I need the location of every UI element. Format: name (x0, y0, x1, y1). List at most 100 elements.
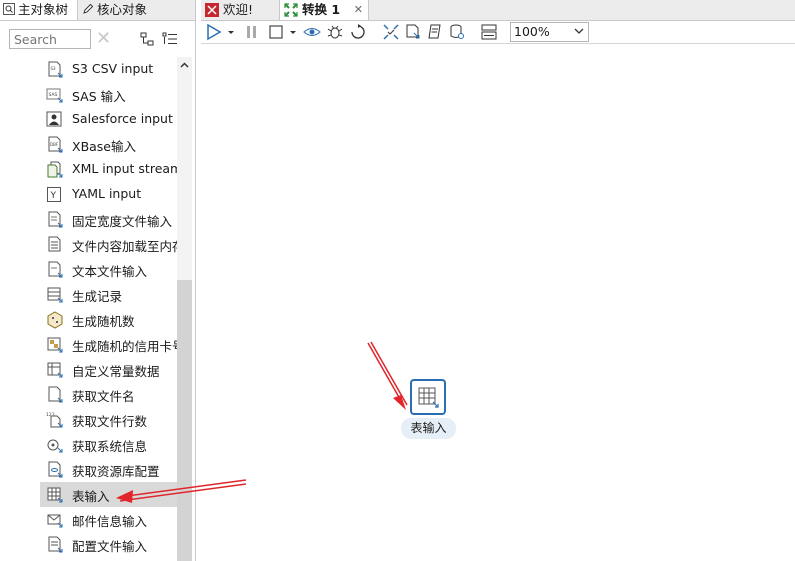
tab-main-object-tree[interactable]: 主对象树 (0, 0, 78, 20)
list-item[interactable]: 生成随机的信用卡号 (40, 332, 177, 357)
svg-text:S3: S3 (51, 66, 57, 71)
list-item-label: Salesforce input (72, 111, 173, 126)
impact-analysis-icon[interactable] (404, 23, 422, 41)
xml-file-icon (47, 161, 63, 178)
chevron-down-icon[interactable] (288, 23, 298, 41)
pencil-icon (83, 3, 94, 14)
filename-icon (48, 386, 63, 403)
list-item[interactable]: 获取资源库配置 (40, 457, 177, 482)
clear-search-icon[interactable]: ✕ (96, 30, 112, 48)
list-item[interactable]: DBF XBase输入 (40, 132, 177, 157)
repository-icon (48, 461, 63, 478)
list-item-label: 自定义常量数据 (72, 364, 160, 379)
tab-welcome[interactable]: 欢迎! (201, 0, 277, 20)
list-item-label: S3 CSV input (72, 61, 154, 76)
transformation-canvas[interactable] (201, 44, 795, 561)
svg-text:Y: Y (50, 191, 57, 201)
tab-label: 转换 1 (302, 2, 341, 17)
close-icon[interactable]: ✕ (354, 0, 363, 19)
tab-label: 主对象树 (18, 2, 69, 17)
tab-label: 核心对象 (97, 2, 148, 17)
collapse-tree-icon[interactable] (162, 32, 178, 46)
dbf-file-icon: DBF (48, 136, 63, 153)
search-input[interactable] (9, 29, 91, 49)
sas-icon: SAS (46, 88, 63, 103)
step-list: S3 S3 CSV input SAS SAS 输入 Salesforce in… (0, 57, 177, 561)
properties-file-icon (48, 536, 63, 553)
list-item-label: 配置文件输入 (72, 539, 148, 554)
zoom-select[interactable]: 100% (510, 22, 589, 42)
list-item-label: XML input stream (72, 161, 177, 176)
list-item[interactable]: 获取系统信息 (40, 432, 177, 457)
mail-icon (47, 514, 63, 528)
list-item-label: 生成记录 (72, 289, 123, 304)
list-item[interactable]: Salesforce input (40, 107, 177, 132)
list-item-label: 获取文件行数 (72, 414, 148, 429)
random-icon (47, 311, 63, 329)
chevron-up-icon[interactable] (179, 60, 190, 71)
canvas-step-table-input[interactable] (410, 379, 446, 415)
replay-icon[interactable] (349, 23, 367, 41)
credit-card-icon (47, 337, 63, 353)
preview-eye-icon[interactable] (303, 23, 321, 41)
scrollbar-thumb[interactable] (177, 280, 192, 561)
svg-text:DBF: DBF (50, 142, 59, 147)
generate-rows-icon (47, 287, 63, 303)
table-input-icon (418, 387, 439, 408)
transformation-icon (284, 3, 298, 17)
chevron-down-icon (574, 28, 584, 34)
file-load-icon (48, 236, 61, 252)
run-icon[interactable] (205, 23, 223, 41)
list-item[interactable]: Y YAML input (40, 182, 177, 207)
list-item-label: YAML input (72, 186, 142, 201)
row-count-icon: 123 (46, 412, 63, 428)
tab-core-objects[interactable]: 核心对象 (79, 0, 195, 20)
list-item[interactable]: 123 获取文件行数 (40, 407, 177, 432)
list-item[interactable]: 文件内容加载至内存 (40, 232, 177, 257)
verify-icon[interactable] (382, 23, 400, 41)
list-item[interactable]: 邮件信息输入 (40, 507, 177, 532)
list-item[interactable]: XML input stream (40, 157, 177, 182)
text-file-icon (48, 261, 63, 278)
list-item-label: SAS 输入 (72, 89, 126, 104)
list-item-label: XBase输入 (72, 139, 137, 154)
pause-icon[interactable] (243, 23, 261, 41)
list-item[interactable]: 配置文件输入 (40, 532, 177, 557)
list-item[interactable]: 固定宽度文件输入 (40, 207, 177, 232)
debug-icon[interactable] (326, 23, 344, 41)
list-item[interactable]: S3 S3 CSV input (40, 57, 177, 82)
system-info-icon (47, 439, 63, 453)
tab-label: 欢迎! (223, 2, 254, 17)
list-item-label: 获取系统信息 (72, 439, 148, 454)
zoom-value: 100% (514, 24, 550, 39)
list-item-selected[interactable]: 表输入 (40, 482, 177, 507)
list-item-label: 邮件信息输入 (72, 514, 148, 529)
sql-icon[interactable] (426, 23, 444, 41)
list-item[interactable]: 自定义常量数据 (40, 357, 177, 382)
list-item[interactable]: 获取文件名 (40, 382, 177, 407)
list-item-label: 获取资源库配置 (72, 464, 160, 479)
list-item-label: 文件内容加载至内存 (72, 239, 177, 254)
list-item[interactable]: 生成记录 (40, 282, 177, 307)
list-item-label: 生成随机的信用卡号 (72, 339, 177, 354)
canvas-step-label: 表输入 (401, 418, 456, 439)
left-panel-tabs: 主对象树 核心对象 (0, 0, 195, 21)
list-item[interactable]: 生成随机数 (40, 307, 177, 332)
list-item-label: 表输入 (72, 489, 110, 504)
stop-icon[interactable] (267, 23, 285, 41)
constant-grid-icon (47, 362, 63, 378)
search-icon (3, 3, 15, 15)
list-item-label: 文本文件输入 (72, 264, 148, 279)
show-results-icon[interactable] (480, 23, 498, 41)
list-item[interactable]: 文本文件输入 (40, 257, 177, 282)
welcome-icon (205, 3, 219, 17)
list-item-label: 生成随机数 (72, 314, 135, 329)
tab-transformation-1[interactable]: 转换 1 ✕ (279, 0, 369, 20)
table-input-icon (47, 487, 63, 503)
database-explorer-icon[interactable] (448, 23, 466, 41)
chevron-down-icon[interactable] (226, 23, 236, 41)
list-item[interactable]: SAS SAS 输入 (40, 82, 177, 107)
list-item-label: 获取文件名 (72, 389, 135, 404)
expand-tree-icon[interactable] (140, 32, 154, 46)
list-item-label: 固定宽度文件输入 (72, 214, 173, 229)
